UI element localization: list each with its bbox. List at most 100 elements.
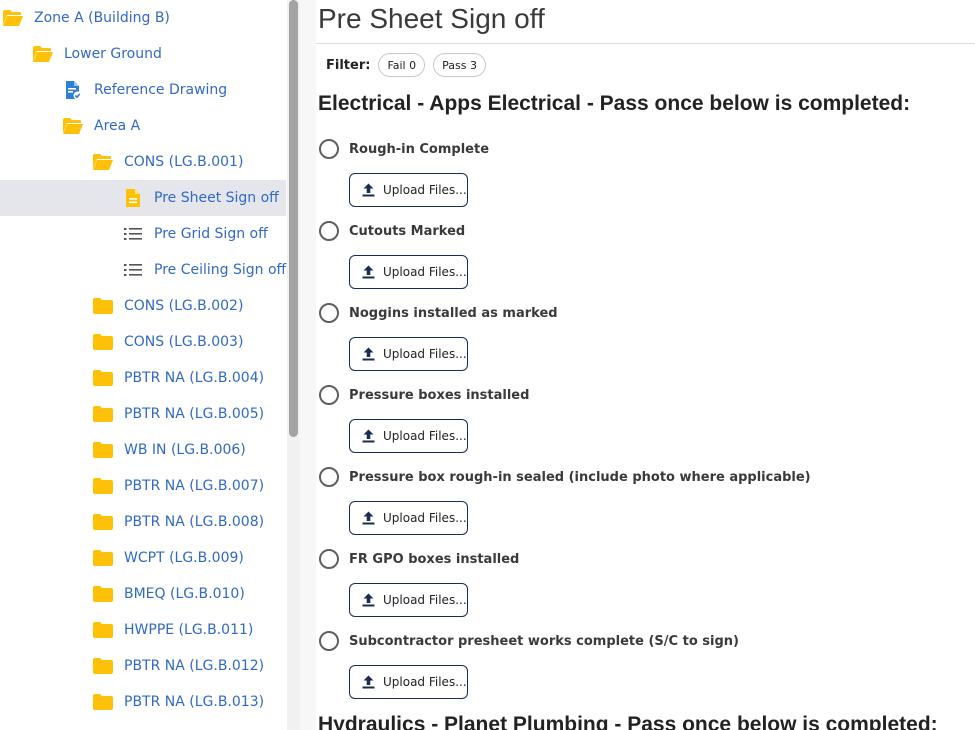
tree-item-label: CONS (LG.B.002)	[124, 298, 244, 314]
tree-item-pbtr-na-lg-b-004[interactable]: PBTR NA (LG.B.004)	[0, 360, 286, 396]
folder-open-icon	[32, 44, 54, 64]
folder-icon	[92, 332, 114, 352]
radio-button[interactable]	[319, 221, 339, 241]
upload-files-button[interactable]: Upload Files...	[349, 501, 468, 535]
tree-item-pbtr-na-lg-b-005[interactable]: PBTR NA (LG.B.005)	[0, 396, 286, 432]
tree-item-cons-lg-b-003[interactable]: CONS (LG.B.003)	[0, 324, 286, 360]
folder-icon	[92, 620, 114, 640]
tree-item-label: BMEQ (LG.B.010)	[124, 586, 245, 602]
tree-item-pbtr-na-lg-b-012[interactable]: PBTR NA (LG.B.012)	[0, 648, 286, 684]
upload-files-label: Upload Files...	[383, 429, 467, 443]
page-title: Pre Sheet Sign off	[318, 3, 545, 34]
folder-open-icon	[2, 8, 24, 28]
upload-files-button[interactable]: Upload Files...	[349, 665, 468, 699]
radio-button[interactable]	[319, 467, 339, 487]
folder-icon	[92, 584, 114, 604]
folder-icon	[92, 476, 114, 496]
checklist-item-rough-in-complete: Rough-in Complete	[319, 138, 489, 160]
tree-item-label: Lower Ground	[64, 46, 162, 62]
sidebar-scrollbar[interactable]	[287, 0, 300, 730]
tree-item-label: PBTR NA (LG.B.008)	[124, 514, 265, 530]
upload-files-button[interactable]: Upload Files...	[349, 337, 468, 371]
pass-filter-button[interactable]: Pass 3	[433, 53, 486, 77]
tree-item-wb-in-lg-b-006[interactable]: WB IN (LG.B.006)	[0, 432, 286, 468]
radio-button[interactable]	[319, 385, 339, 405]
tree-item-lower-ground[interactable]: Lower Ground	[0, 36, 286, 72]
upload-files-button[interactable]: Upload Files...	[349, 583, 468, 617]
upload-files-label: Upload Files...	[383, 265, 467, 279]
folder-icon	[92, 512, 114, 532]
folder-open-icon	[62, 116, 84, 136]
upload-files-label: Upload Files...	[383, 347, 467, 361]
checklist-item-label: Pressure box rough-in sealed (include ph…	[349, 469, 811, 485]
tree-item-cons-lg-b-002[interactable]: CONS (LG.B.002)	[0, 288, 286, 324]
folder-icon	[92, 656, 114, 676]
section-heading-hydraulics: Hydraulics - Planet Plumbing - Pass once…	[318, 713, 938, 730]
tree-item-label: Zone A (Building B)	[34, 10, 170, 26]
tree-item-pbtr-na-lg-b-013[interactable]: PBTR NA (LG.B.013)	[0, 684, 286, 720]
tree-item-label: HWPPE (LG.B.011)	[124, 622, 254, 638]
tree-item-pbtr-na-lg-b-007[interactable]: PBTR NA (LG.B.007)	[0, 468, 286, 504]
folder-open-icon	[92, 152, 114, 172]
tree-item-label: WB IN (LG.B.006)	[124, 442, 246, 458]
folder-icon	[92, 548, 114, 568]
radio-button[interactable]	[319, 139, 339, 159]
tree-item-label: Pre Sheet Sign off	[154, 190, 279, 206]
tree-item-label: PBTR NA (LG.B.013)	[124, 694, 265, 710]
upload-icon	[362, 593, 375, 607]
tree-item-zone-a-building-b[interactable]: Zone A (Building B)	[0, 0, 286, 36]
radio-button[interactable]	[319, 549, 339, 569]
tree-item-pre-sheet-sign-off[interactable]: Pre Sheet Sign off	[0, 180, 286, 216]
tree-item-label: PBTR NA (LG.B.012)	[124, 658, 265, 674]
folder-tree-sidebar: Zone A (Building B) Lower Ground Referen…	[0, 0, 300, 730]
checklist-item-subcontractor-presheet: Subcontractor presheet works complete (S…	[319, 630, 739, 652]
folder-icon	[92, 440, 114, 460]
upload-icon	[362, 347, 375, 361]
tree-item-pre-ceiling-sign-off[interactable]: Pre Ceiling Sign off	[0, 252, 286, 288]
tree-item-pre-grid-sign-off[interactable]: Pre Grid Sign off	[0, 216, 286, 252]
upload-icon	[362, 511, 375, 525]
content-area: Pre Sheet Sign off Filter: Fail 0 Pass 3…	[316, 0, 975, 730]
radio-button[interactable]	[319, 631, 339, 651]
filter-label: Filter:	[326, 57, 371, 73]
tree-item-label: Area A	[94, 118, 141, 134]
sidebar-scrollbar-thumb[interactable]	[289, 0, 298, 437]
tree-item-wcpt-lg-b-009[interactable]: WCPT (LG.B.009)	[0, 540, 286, 576]
tree-item-label: Reference Drawing	[94, 82, 228, 98]
tree-item-label: PBTR NA (LG.B.007)	[124, 478, 265, 494]
tree-item-hwppe-lg-b-011[interactable]: HWPPE (LG.B.011)	[0, 612, 286, 648]
checklist-item-noggins-installed: Noggins installed as marked	[319, 302, 558, 324]
checklist-item-label: Noggins installed as marked	[349, 305, 558, 321]
tree-item-label: CONS (LG.B.003)	[124, 334, 244, 350]
upload-files-label: Upload Files...	[383, 675, 467, 689]
folder-icon	[92, 296, 114, 316]
checklist-item-label: Subcontractor presheet works complete (S…	[349, 633, 739, 649]
tree-item-label: Pre Grid Sign off	[154, 226, 268, 242]
upload-files-button[interactable]: Upload Files...	[349, 173, 468, 207]
upload-icon	[362, 675, 375, 689]
fail-filter-button[interactable]: Fail 0	[378, 53, 426, 77]
folder-icon	[92, 404, 114, 424]
upload-icon	[362, 429, 375, 443]
checklist-item-label: Pressure boxes installed	[349, 387, 530, 403]
tree-item-area-a[interactable]: Area A	[0, 108, 286, 144]
upload-files-label: Upload Files...	[383, 183, 467, 197]
tree-item-cons-lg-b-001[interactable]: CONS (LG.B.001)	[0, 144, 286, 180]
upload-files-button[interactable]: Upload Files...	[349, 419, 468, 453]
tree-item-label: Pre Ceiling Sign off	[154, 262, 287, 278]
document-icon	[122, 188, 144, 208]
checklist-item-label: FR GPO boxes installed	[349, 551, 520, 567]
list-icon	[122, 260, 144, 280]
upload-files-button[interactable]: Upload Files...	[349, 255, 468, 289]
tree-item-reference-drawing[interactable]: Reference Drawing	[0, 72, 286, 108]
checklist-item-label: Rough-in Complete	[349, 141, 490, 157]
filter-bar: Filter: Fail 0 Pass 3	[326, 53, 494, 77]
radio-button[interactable]	[319, 303, 339, 323]
tree-item-label: PBTR NA (LG.B.004)	[124, 370, 265, 386]
tree-item-pbtr-na-lg-b-008[interactable]: PBTR NA (LG.B.008)	[0, 504, 286, 540]
tree-item-label: PBTR NA (LG.B.005)	[124, 406, 265, 422]
tree-item-label: CONS (LG.B.001)	[124, 154, 244, 170]
section-heading-electrical: Electrical - Apps Electrical - Pass once…	[318, 92, 911, 115]
upload-icon	[362, 183, 375, 197]
tree-item-bmeq-lg-b-010[interactable]: BMEQ (LG.B.010)	[0, 576, 286, 612]
